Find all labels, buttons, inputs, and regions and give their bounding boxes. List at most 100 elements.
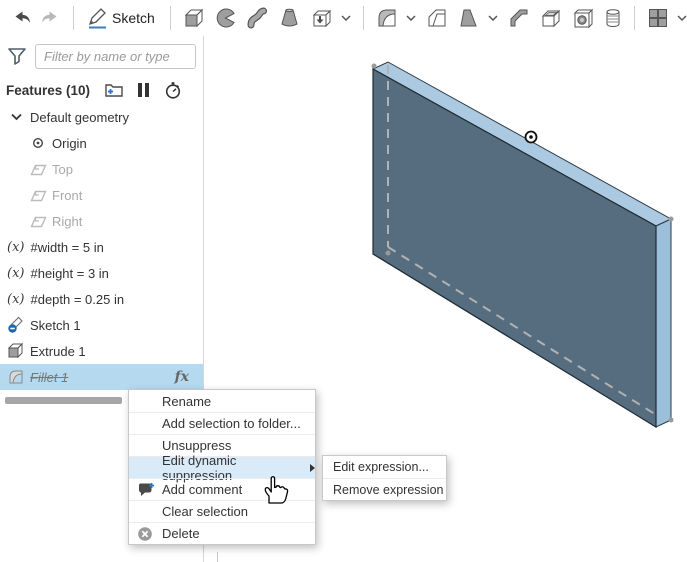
- rib-button[interactable]: [503, 4, 535, 32]
- toolbar-separator: [634, 6, 635, 30]
- menu-item-rename[interactable]: Rename: [129, 390, 315, 412]
- undo-icon: [10, 7, 32, 29]
- sketch-button[interactable]: Sketch: [81, 4, 163, 32]
- chamfer-button[interactable]: [421, 4, 453, 32]
- model-part[interactable]: [372, 62, 674, 427]
- filter-input[interactable]: [35, 44, 196, 69]
- variable-label: #height = 3 in: [30, 266, 108, 281]
- fx-badge[interactable]: fx: [175, 369, 189, 385]
- chevron-down-icon[interactable]: [7, 113, 25, 121]
- fillet-feature-icon: [7, 368, 25, 386]
- delete-icon: [137, 526, 153, 545]
- feature-label: Sketch 1: [30, 318, 81, 333]
- shell-icon: [539, 6, 563, 30]
- origin-marker-icon[interactable]: [526, 132, 537, 143]
- feature-fillet1[interactable]: Fillet 1 fx: [0, 364, 203, 390]
- tree-item-label: Front: [52, 188, 82, 203]
- thread-icon: [603, 6, 623, 30]
- undo-button[interactable]: [6, 4, 36, 32]
- redo-button[interactable]: [36, 4, 66, 32]
- tree-item-top-plane[interactable]: Top: [0, 156, 203, 182]
- revolve-icon: [214, 6, 238, 30]
- rebuild-time-button[interactable]: [163, 80, 183, 100]
- menu-item-label: Remove expression: [333, 483, 443, 497]
- toolbar-separator: [170, 6, 171, 30]
- panel-border-stub: [217, 552, 218, 562]
- menu-item-add-selection-to-folder[interactable]: Add selection to folder...: [129, 412, 315, 434]
- add-folder-button[interactable]: [103, 81, 124, 99]
- tree-item-label: Origin: [52, 136, 87, 151]
- menu-item-label: Add comment: [162, 482, 242, 497]
- tree-item-front-plane[interactable]: Front: [0, 182, 203, 208]
- draft-button[interactable]: [453, 4, 485, 32]
- thicken-icon: [310, 6, 334, 30]
- shell-button[interactable]: [535, 4, 567, 32]
- loft-button[interactable]: [274, 4, 306, 32]
- variable-label: #width = 5 in: [30, 240, 103, 255]
- loft-icon: [278, 6, 302, 30]
- menu-item-label: Unsuppress: [162, 438, 231, 453]
- submenu-item-edit-expression[interactable]: Edit expression...: [323, 456, 446, 478]
- linear-pattern-icon: [646, 6, 670, 30]
- draft-dropdown[interactable]: [484, 4, 502, 32]
- sweep-button[interactable]: [242, 4, 274, 32]
- extrude-icon: [182, 6, 206, 30]
- feature-label: Extrude 1: [30, 344, 86, 359]
- pattern-dropdown[interactable]: [673, 4, 687, 32]
- tree-item-origin[interactable]: Origin: [0, 130, 203, 156]
- thicken-dropdown[interactable]: [337, 4, 355, 32]
- redo-icon: [40, 7, 62, 29]
- cursor-pointer-icon: [259, 472, 289, 511]
- fillet-dropdown[interactable]: [402, 4, 420, 32]
- features-header: Features (10): [0, 76, 203, 104]
- chevron-down-icon: [341, 14, 351, 22]
- revolve-button[interactable]: [210, 4, 242, 32]
- tree-item-label: Right: [52, 214, 82, 229]
- pattern-button[interactable]: [642, 4, 674, 32]
- toolbar-separator: [73, 6, 74, 30]
- submenu-arrow-icon: [310, 464, 315, 472]
- variable-height[interactable]: (x) #height = 3 in: [0, 260, 203, 286]
- graphics-canvas[interactable]: [340, 50, 687, 445]
- thicken-button[interactable]: [306, 4, 338, 32]
- variable-label: #depth = 0.25 in: [30, 292, 124, 307]
- tree-item-right-plane[interactable]: Right: [0, 208, 203, 234]
- pause-icon: [137, 82, 150, 98]
- variable-depth[interactable]: (x) #depth = 0.25 in: [0, 286, 203, 312]
- feature-toolbar: Sketch: [0, 0, 687, 36]
- menu-item-delete[interactable]: Delete: [129, 522, 315, 544]
- thread-button[interactable]: [599, 4, 627, 32]
- extrude-feature-icon: [7, 342, 25, 360]
- chamfer-icon: [425, 6, 449, 30]
- feature-extrude1[interactable]: Extrude 1: [0, 338, 203, 364]
- feature-label: Fillet 1: [30, 370, 68, 385]
- menu-item-label: Clear selection: [162, 504, 248, 519]
- filter-funnel-icon[interactable]: [6, 45, 28, 67]
- submenu-item-remove-expression[interactable]: Remove expression: [323, 478, 446, 500]
- tree-item-label: Top: [52, 162, 73, 177]
- chevron-down-icon: [406, 14, 416, 22]
- feature-sketch1[interactable]: Sketch 1: [0, 312, 203, 338]
- add-folder-icon: [103, 81, 124, 99]
- features-title: Features (10): [6, 83, 90, 98]
- tree-group-default-geometry[interactable]: Default geometry: [0, 104, 203, 130]
- fillet-button[interactable]: [371, 4, 403, 32]
- horizontal-scrollbar[interactable]: [5, 397, 122, 404]
- chevron-down-icon: [488, 14, 498, 22]
- context-menu: Rename Add selection to folder... Unsupp…: [128, 389, 316, 545]
- chevron-down-icon: [677, 14, 687, 22]
- hole-button[interactable]: [567, 4, 599, 32]
- hole-icon: [571, 6, 595, 30]
- draft-icon: [457, 6, 481, 30]
- add-comment-icon: [137, 482, 155, 501]
- extrude-button[interactable]: [178, 4, 210, 32]
- variable-width[interactable]: (x) #width = 5 in: [0, 234, 203, 260]
- suspend-rebuild-button[interactable]: [137, 82, 150, 98]
- rib-icon: [507, 6, 531, 30]
- sketch-button-label: Sketch: [112, 10, 155, 26]
- plane-icon: [29, 162, 47, 177]
- dynamic-suppression-submenu: Edit expression... Remove expression: [322, 455, 447, 501]
- menu-item-label: Rename: [162, 394, 211, 409]
- variable-icon: (x): [7, 240, 24, 255]
- sketch-feature-icon: [7, 316, 25, 334]
